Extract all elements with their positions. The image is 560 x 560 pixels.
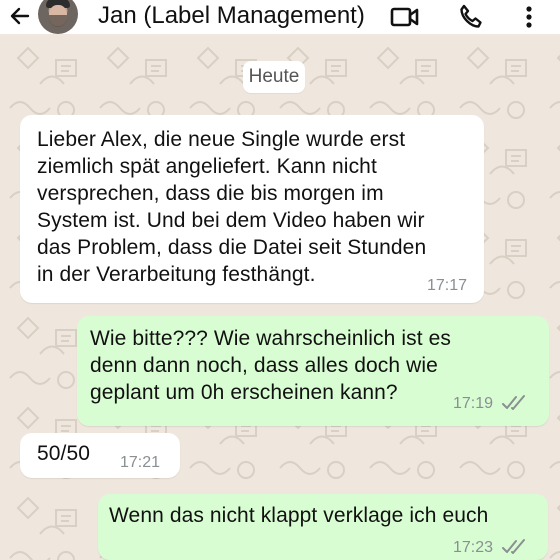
avatar[interactable] — [38, 0, 78, 34]
date-separator: Heute — [243, 61, 305, 93]
message-bubble-outgoing[interactable]: Wie bitte??? Wie wahrscheinlich ist es d… — [77, 316, 549, 426]
phone-call-icon[interactable] — [455, 4, 485, 30]
video-call-icon[interactable] — [390, 4, 420, 30]
message-text: Wie bitte??? Wie wahrscheinlich ist es d… — [90, 327, 451, 404]
message-text: Lieber Alex, die neue Single wurde erst … — [37, 128, 427, 286]
more-vertical-icon[interactable] — [517, 4, 541, 30]
message-time: 17:19 — [453, 395, 494, 412]
message-list[interactable]: Heute Lieber Alex, die neue Single wurde… — [0, 0, 560, 560]
message-time: 17:21 — [120, 454, 161, 471]
double-check-icon — [502, 395, 525, 410]
message-time: 17:23 — [453, 539, 494, 556]
message-time: 17:17 — [427, 277, 468, 294]
message-bubble-incoming[interactable]: 50/50 17:21 — [20, 433, 180, 478]
message-text: 50/50 — [37, 442, 91, 465]
chat-header: Jan (Label Management) — [0, 0, 560, 34]
message-text: Wenn das nicht klappt verklage ich euch — [109, 504, 489, 527]
message-bubble-outgoing[interactable]: Wenn das nicht klappt verklage ich euch … — [98, 494, 548, 560]
contact-name[interactable]: Jan (Label Management) — [98, 0, 372, 33]
back-arrow-icon[interactable] — [6, 4, 34, 28]
avatar-beard — [49, 15, 67, 27]
message-bubble-incoming[interactable]: Lieber Alex, die neue Single wurde erst … — [20, 115, 484, 303]
double-check-icon — [502, 539, 525, 554]
